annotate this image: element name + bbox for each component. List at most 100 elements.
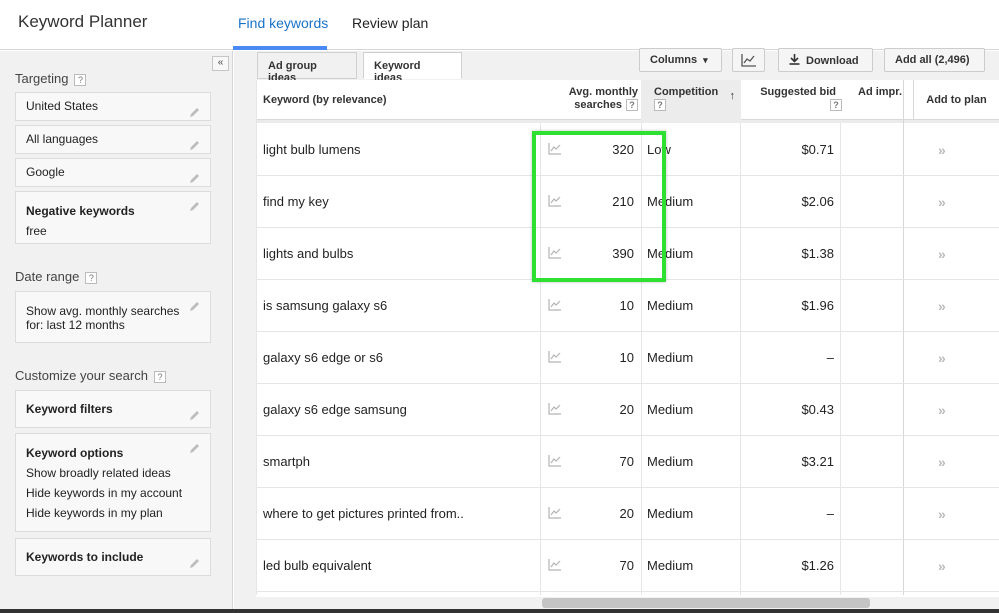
keyword-options-card[interactable]: Keyword options Show broadly related ide…	[15, 433, 211, 532]
customize-heading: Customize your search?	[15, 368, 166, 383]
add-to-plan-icon[interactable]: »	[938, 332, 950, 384]
pencil-icon[interactable]	[189, 399, 202, 420]
searches-cell: 70	[619, 454, 634, 469]
table-row: where to get pictures printed from.. 20 …	[256, 488, 999, 540]
download-button[interactable]: Download	[778, 48, 873, 72]
targeting-language[interactable]: All languages	[15, 125, 211, 154]
header-keyword[interactable]: Keyword (by relevance)	[263, 80, 387, 120]
targeting-network[interactable]: Google	[15, 158, 211, 187]
keyword-options-title: Keyword options	[26, 446, 124, 460]
help-icon[interactable]: ?	[85, 271, 98, 284]
add-all-button[interactable]: Add all (2,496)	[884, 48, 985, 72]
header-competition[interactable]: Competition ↑ ?	[641, 80, 741, 120]
trend-icon[interactable]	[548, 559, 561, 571]
competition-cell: Medium	[647, 350, 694, 365]
help-icon[interactable]: ?	[153, 370, 166, 383]
keyword-filters-card[interactable]: Keyword filters	[15, 390, 211, 428]
keyword-option: Show broadly related ideas	[26, 466, 171, 480]
header-bid-label: Suggested bid	[760, 86, 836, 98]
language-value: All languages	[26, 132, 99, 146]
pencil-icon[interactable]	[189, 101, 202, 117]
collapse-sidebar-button[interactable]: «	[212, 56, 229, 71]
bid-cell: $3.21	[801, 454, 834, 469]
add-to-plan-icon[interactable]: »	[938, 540, 950, 592]
pencil-icon[interactable]	[189, 300, 202, 313]
download-label: Download	[806, 55, 859, 67]
header-separator	[256, 120, 999, 123]
add-to-plan-icon[interactable]: »	[938, 228, 950, 280]
keyword-cell: galaxy s6 edge samsung	[263, 402, 407, 417]
competition-cell: Medium	[647, 506, 694, 521]
competition-cell: Medium	[647, 298, 694, 313]
add-to-plan-icon[interactable]: »	[938, 384, 950, 436]
date-range-label: Date range	[15, 269, 80, 284]
bid-cell: $1.38	[801, 246, 834, 261]
tab-keyword-ideas[interactable]: Keyword ideas	[363, 52, 462, 84]
tab-find-keywords[interactable]: Find keywords	[234, 15, 332, 31]
columns-button[interactable]: Columns ▾	[639, 48, 722, 72]
negative-keywords-card[interactable]: Negative keywords free	[15, 191, 211, 244]
chart-toggle-button[interactable]	[732, 48, 765, 72]
header-ad-impr[interactable]: Ad impr.	[858, 80, 902, 120]
tab-ad-group-ideas[interactable]: Ad group ideas	[257, 52, 357, 84]
pencil-icon[interactable]	[189, 200, 202, 213]
pencil-icon[interactable]	[189, 134, 202, 150]
add-to-plan-icon[interactable]: »	[938, 124, 950, 176]
top-bar: Keyword Planner Find keywords Review pla…	[0, 0, 999, 50]
trend-icon[interactable]	[548, 507, 561, 519]
active-tab-indicator	[233, 46, 327, 50]
keyword-filters-label: Keyword filters	[26, 402, 113, 416]
table-row: smartph 70 Medium $3.21 »	[256, 436, 999, 488]
keyword-cell: find my key	[263, 194, 329, 209]
bid-cell: $1.26	[801, 558, 834, 573]
table-row: is samsung galaxy s6 10 Medium $1.96 »	[256, 280, 999, 332]
keywords-include-card[interactable]: Keywords to include	[15, 538, 211, 576]
trend-icon[interactable]	[548, 455, 561, 467]
bid-cell: –	[826, 506, 834, 521]
date-range-card[interactable]: Show avg. monthly searches for: last 12 …	[15, 291, 211, 343]
table-row: galaxy s6 edge samsung 20 Medium $0.43 »	[256, 384, 999, 436]
add-to-plan-icon[interactable]: »	[938, 176, 950, 228]
header-suggested-bid[interactable]: Suggested bid ?	[746, 80, 842, 120]
keyword-cell: is samsung galaxy s6	[263, 298, 388, 313]
download-icon	[789, 54, 800, 65]
keyword-cell: light bulb lumens	[263, 142, 361, 157]
help-icon[interactable]: ?	[74, 73, 87, 86]
negative-keywords-title: Negative keywords	[26, 204, 135, 218]
keyword-cell: galaxy s6 edge or s6	[263, 350, 383, 365]
pencil-icon[interactable]	[189, 442, 202, 455]
trend-icon[interactable]	[548, 299, 561, 311]
add-to-plan-icon[interactable]: »	[938, 280, 950, 332]
searches-cell: 10	[619, 350, 634, 365]
keyword-cell: smartph	[263, 454, 310, 469]
trend-icon[interactable]	[548, 351, 561, 363]
competition-cell: Medium	[647, 402, 694, 417]
header-competition-label: Competition	[654, 86, 719, 98]
keyword-cell: lights and bulbs	[263, 246, 354, 261]
customize-label: Customize your search	[15, 368, 148, 383]
add-to-plan-icon[interactable]: »	[938, 488, 950, 540]
pencil-icon[interactable]	[189, 547, 202, 568]
header-add-to-plan: Add to plan	[913, 80, 999, 120]
searches-cell: 20	[619, 506, 634, 521]
tab-review-plan[interactable]: Review plan	[348, 15, 432, 31]
scrollbar-thumb[interactable]	[542, 598, 870, 608]
keywords-include-label: Keywords to include	[26, 550, 144, 564]
targeting-location[interactable]: United States	[15, 92, 211, 121]
help-icon[interactable]: ?	[626, 99, 638, 112]
help-icon[interactable]: ?	[830, 99, 842, 112]
network-value: Google	[26, 165, 65, 179]
app-title: Keyword Planner	[18, 12, 148, 31]
window-bottom-edge	[0, 609, 999, 613]
header-avg-searches[interactable]: Avg. monthly searches?	[542, 80, 638, 120]
table-header: Keyword (by relevance) Avg. monthly sear…	[256, 80, 999, 120]
keyword-option: Hide keywords in my plan	[26, 506, 163, 520]
add-to-plan-icon[interactable]: »	[938, 436, 950, 488]
trend-icon[interactable]	[548, 403, 561, 415]
bid-cell: $2.06	[801, 194, 834, 209]
pencil-icon[interactable]	[189, 167, 202, 183]
targeting-label: Targeting	[15, 71, 69, 86]
chevron-down-icon: ▾	[703, 55, 708, 65]
keyword-cell: where to get pictures printed from..	[263, 506, 464, 521]
help-icon[interactable]: ?	[654, 99, 666, 112]
